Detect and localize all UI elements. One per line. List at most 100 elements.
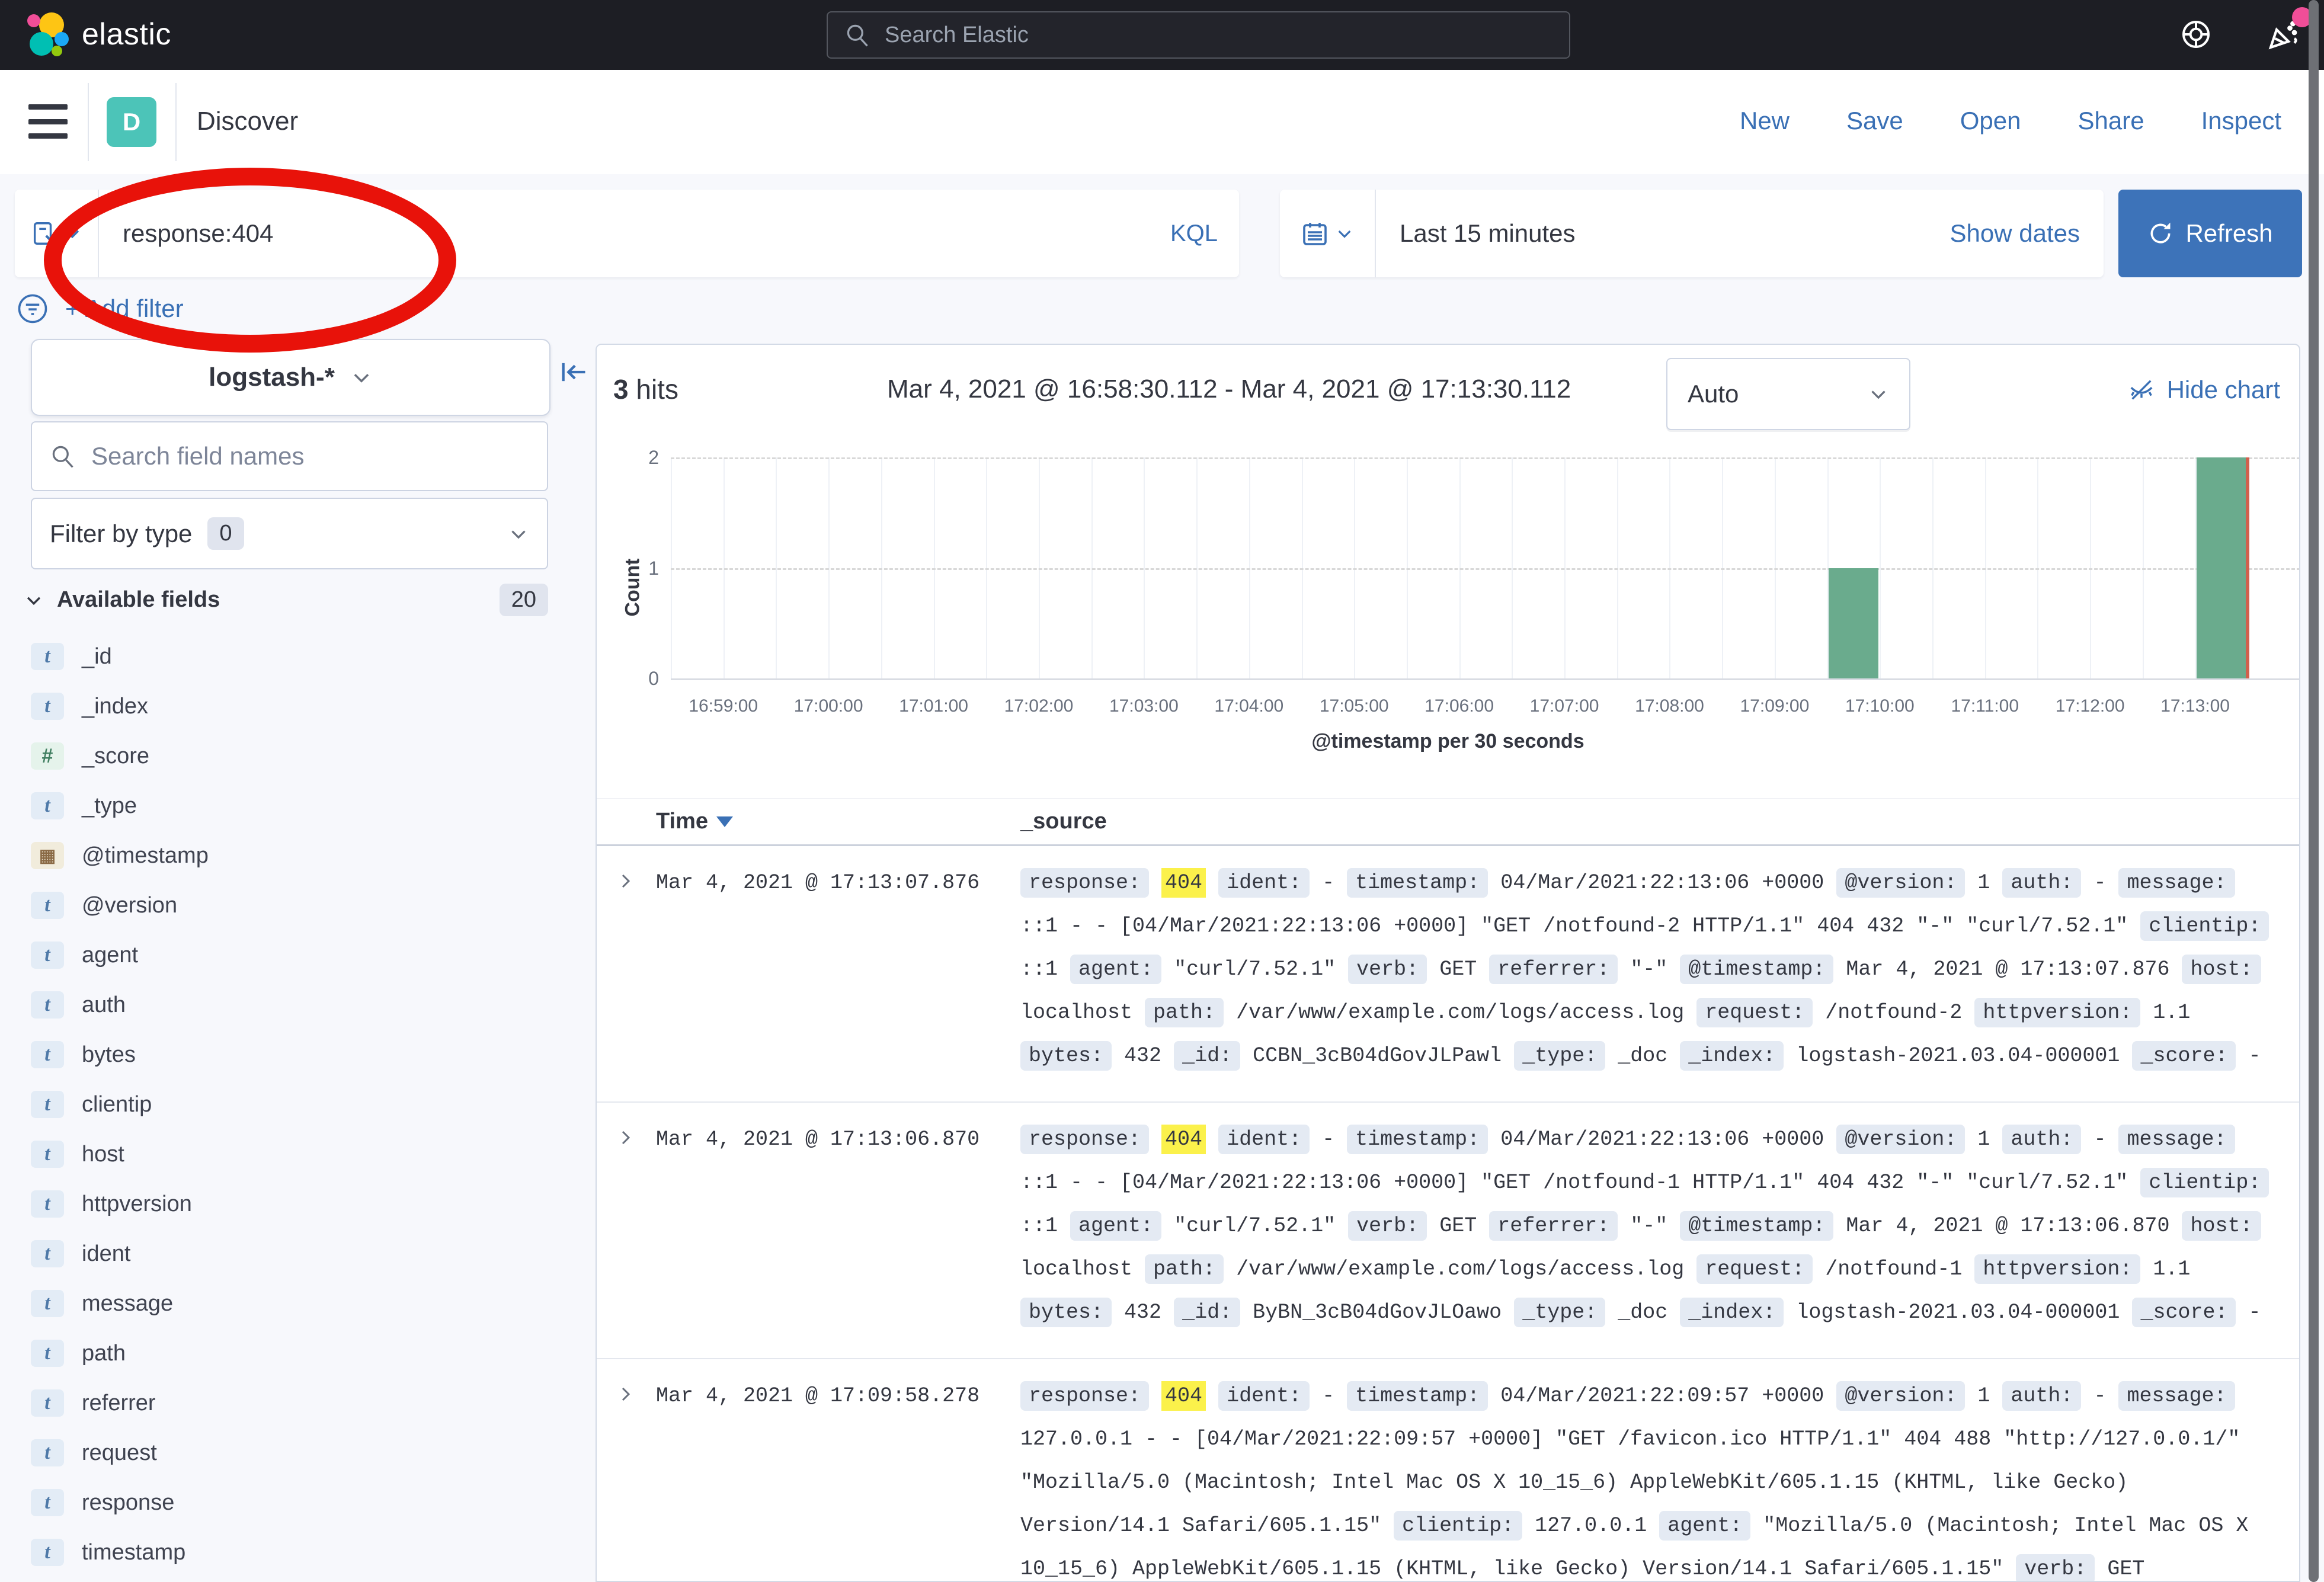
histogram-bar-17:13:00[interactable] xyxy=(2197,457,2247,678)
field-key: _id: xyxy=(1174,1298,1240,1327)
field-key: response: xyxy=(1020,1125,1149,1154)
kql-label[interactable]: KQL xyxy=(1170,220,1239,247)
interval-value: Auto xyxy=(1688,380,1868,408)
x-tick-label: 17:05:00 xyxy=(1320,696,1389,716)
open-button[interactable]: Open xyxy=(1960,107,2021,135)
field-value: - xyxy=(2093,1128,2106,1151)
menu-icon[interactable] xyxy=(28,104,68,139)
global-search-input[interactable]: Search Elastic xyxy=(827,11,1570,59)
expand-row-icon[interactable] xyxy=(597,1118,656,1334)
help-icon[interactable] xyxy=(2179,18,2213,51)
field-value: - xyxy=(2093,871,2106,895)
field-key: bytes: xyxy=(1020,1298,1112,1327)
interval-select[interactable]: Auto xyxy=(1666,358,1910,430)
field-item-_id[interactable]: t_id xyxy=(31,632,564,681)
field-item-ident[interactable]: tident xyxy=(31,1229,564,1279)
available-fields-header[interactable]: Available fields 20 xyxy=(24,584,548,616)
refresh-button[interactable]: Refresh xyxy=(2118,190,2302,277)
expand-row-icon[interactable] xyxy=(597,862,656,1078)
expand-row-icon[interactable] xyxy=(597,1375,656,1582)
field-key: path: xyxy=(1145,1254,1224,1284)
new-button[interactable]: New xyxy=(1740,107,1790,135)
calendar-icon xyxy=(1301,219,1329,248)
field-key: _index: xyxy=(1680,1041,1784,1071)
x-tick-label: 17:08:00 xyxy=(1635,696,1704,716)
field-value: 432 xyxy=(1124,1301,1161,1324)
query-text[interactable]: response:404 xyxy=(99,219,1170,248)
field-item-agent[interactable]: tagent xyxy=(31,930,564,980)
time-column-header[interactable]: Time xyxy=(656,809,733,834)
text-field-icon: t xyxy=(31,892,64,919)
field-value: /var/www/example.com/logs/access.log xyxy=(1236,1257,1684,1281)
field-item-host[interactable]: thost xyxy=(31,1129,564,1179)
field-item-referrer[interactable]: treferrer xyxy=(31,1378,564,1428)
scrollbar[interactable] xyxy=(2309,0,2319,1582)
number-field-icon: # xyxy=(31,742,64,770)
field-item-request[interactable]: trequest xyxy=(31,1428,564,1478)
field-key: message: xyxy=(2118,1381,2235,1411)
field-name: _index xyxy=(82,694,148,719)
calendar-dropdown-button[interactable] xyxy=(1280,190,1376,277)
field-value: GET xyxy=(1439,957,1477,981)
chevron-down-icon xyxy=(1868,383,1889,405)
text-field-icon: t xyxy=(31,1290,64,1317)
share-button[interactable]: Share xyxy=(2078,107,2144,135)
field-item-clientip[interactable]: tclientip xyxy=(31,1080,564,1129)
field-value: ByBN_3cB04dGovJLOawo xyxy=(1253,1301,1502,1324)
field-name: host xyxy=(82,1142,124,1167)
time-cell: Mar 4, 2021 @ 17:13:06.870 xyxy=(656,1118,1020,1334)
histogram-chart[interactable]: Count 01216:59:0017:00:0017:01:0017:02:0… xyxy=(597,434,2299,766)
field-item-@timestamp[interactable]: ▦@timestamp xyxy=(31,831,564,880)
index-pattern-select[interactable]: logstash-* xyxy=(31,339,550,416)
text-field-icon: t xyxy=(31,1041,64,1068)
field-item-_type[interactable]: t_type xyxy=(31,781,564,831)
refresh-label: Refresh xyxy=(2185,219,2272,248)
query-input[interactable]: response:404 KQL xyxy=(15,190,1239,277)
field-list: t_idt _index #_scoret_type▦@timestampt@ver… xyxy=(31,632,564,1577)
field-item-response[interactable]: tresponse xyxy=(31,1478,564,1527)
field-key: _type: xyxy=(1514,1298,1605,1327)
saved-query-menu-button[interactable] xyxy=(15,190,99,277)
field-item-_score[interactable]: #_score xyxy=(31,731,564,781)
hide-chart-button[interactable]: Hide chart xyxy=(2128,376,2280,404)
field-item-_index[interactable]: t _index xyxy=(31,681,564,731)
source-column-header[interactable]: _source xyxy=(1020,809,1107,834)
time-range-value[interactable]: Last 15 minutes xyxy=(1376,219,1950,248)
discover-app-badge[interactable]: D xyxy=(107,97,156,147)
collapse-sidebar-icon[interactable] xyxy=(558,357,589,388)
field-name: ident xyxy=(82,1241,130,1267)
text-field-icon: t xyxy=(31,792,64,819)
field-item-message[interactable]: t message xyxy=(31,1279,564,1328)
field-key: referrer: xyxy=(1489,955,1618,984)
table-row: Mar 4, 2021 @ 17:13:07.876response: 404 … xyxy=(597,846,2299,1103)
inspect-button[interactable]: Inspect xyxy=(2201,107,2281,135)
filter-by-type-select[interactable]: Filter by type 0 xyxy=(31,498,548,569)
field-value: GET xyxy=(1439,1214,1477,1238)
field-key: _index: xyxy=(1680,1298,1784,1327)
field-value: _doc xyxy=(1618,1044,1667,1068)
field-value: /notfound-1 xyxy=(1825,1257,1962,1281)
elastic-brand[interactable]: elastic xyxy=(24,11,171,58)
y-tick-label: 0 xyxy=(612,668,659,690)
field-item-bytes[interactable]: tbytes xyxy=(31,1030,564,1080)
x-tick-label: 17:06:00 xyxy=(1425,696,1494,716)
field-item-auth[interactable]: tauth xyxy=(31,980,564,1030)
field-key: timestamp: xyxy=(1347,1125,1488,1154)
save-button[interactable]: Save xyxy=(1846,107,1903,135)
text-field-icon: t xyxy=(31,1141,64,1168)
field-name: @timestamp xyxy=(82,843,209,869)
add-filter[interactable]: + Add filter xyxy=(17,293,184,325)
text-field-icon: t xyxy=(31,693,64,720)
field-search-input[interactable]: Search field names xyxy=(31,421,548,491)
chevron-down-icon xyxy=(1335,224,1354,243)
field-item-@version[interactable]: t@version xyxy=(31,880,564,930)
show-dates-link[interactable]: Show dates xyxy=(1950,219,2104,248)
search-icon xyxy=(50,443,76,469)
field-item-httpversion[interactable]: thttpversion xyxy=(31,1179,564,1229)
histogram-bar-17:09:30[interactable] xyxy=(1829,568,1879,679)
text-field-icon: t xyxy=(31,1439,64,1466)
field-key: verb: xyxy=(1348,955,1427,984)
field-item-timestamp[interactable]: ttimestamp xyxy=(31,1527,564,1577)
field-name: message xyxy=(82,1291,173,1317)
field-item-path[interactable]: tpath xyxy=(31,1328,564,1378)
